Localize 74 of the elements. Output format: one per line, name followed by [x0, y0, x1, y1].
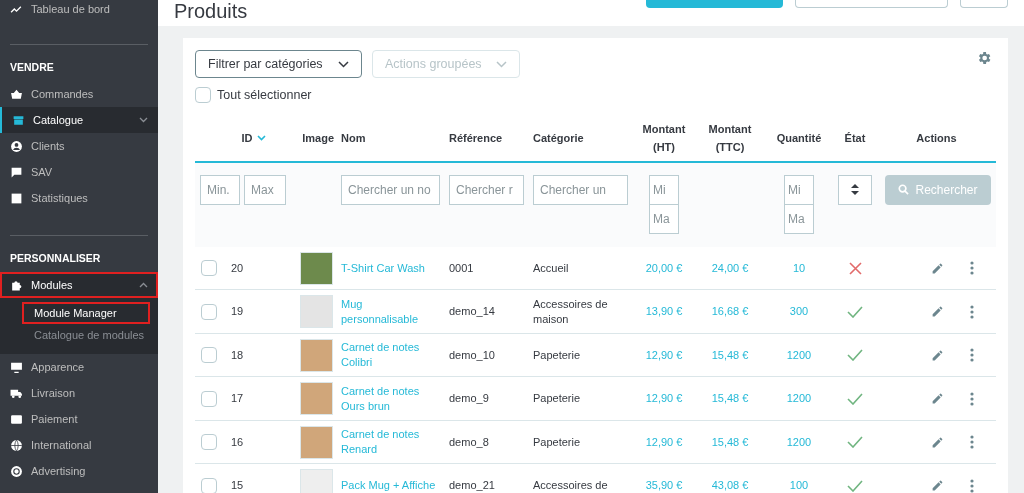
- sidebar-item[interactable]: Apparence: [0, 354, 158, 380]
- table-cell-text: demo_21: [448, 478, 496, 493]
- table-cell-text: 18: [231, 347, 244, 363]
- column-header[interactable]: Quantité: [776, 128, 822, 147]
- sidebar-item[interactable]: SAV: [0, 159, 158, 185]
- table-cell-text: 0001: [448, 260, 475, 276]
- sidebar-item[interactable]: Tableau de bord: [0, 0, 158, 22]
- table-cell-text: 10: [791, 260, 807, 276]
- submenu-item[interactable]: Catalogue de modules: [0, 324, 158, 346]
- table-cell-text: 17: [231, 391, 244, 407]
- category-filter-dropdown[interactable]: Filtrer par catégories: [195, 50, 362, 78]
- table-cell-text: 12,90 €: [644, 434, 684, 450]
- table-cell-text: 15,48 €: [710, 347, 750, 363]
- table-cell-text: demo_8: [448, 434, 490, 450]
- column-header[interactable]: Image: [302, 129, 334, 146]
- table-cell-text: 16,68 €: [710, 304, 750, 320]
- submenu-item[interactable]: Module Manager: [22, 302, 150, 324]
- sidebar-item[interactable]: Livraison: [0, 380, 158, 406]
- sidebar-item[interactable]: Catalogue: [0, 107, 158, 133]
- table-cell-text: 12,90 €: [644, 391, 684, 407]
- table-cell-text: Accessoires de maison: [532, 296, 609, 327]
- column-header[interactable]: Catégorie: [533, 128, 584, 147]
- table-cell-text: 16: [231, 434, 244, 450]
- column-header[interactable]: ID: [241, 128, 266, 147]
- filter-input[interactable]: Ma: [649, 203, 679, 234]
- table-cell-text: 20,00 €: [644, 260, 684, 276]
- table-cell-text: Accueil: [532, 260, 570, 276]
- table-cell-text: demo_10: [448, 347, 496, 363]
- filter-input[interactable]: Mi: [649, 174, 679, 205]
- table-cell-text: 300: [788, 304, 810, 320]
- select-all-label[interactable]: Tout sélectionner: [217, 86, 312, 105]
- sidebar-item[interactable]: Paiement: [0, 406, 158, 432]
- sidebar-section-heading: VENDRE: [10, 60, 55, 76]
- column-header[interactable]: Actions: [916, 128, 957, 147]
- table-cell-text: Papeterie: [532, 434, 582, 450]
- table-cell-text: 1200: [785, 391, 813, 407]
- filter-input[interactable]: Max: [244, 174, 286, 205]
- table-cell-text: 12,90 €: [644, 347, 684, 363]
- table-cell-text: demo_14: [448, 304, 496, 319]
- filter-input[interactable]: Mi: [784, 174, 814, 205]
- sidebar-item[interactable]: International: [0, 432, 158, 458]
- sidebar-item[interactable]: Commandes: [0, 81, 158, 107]
- filter-input[interactable]: Chercher r: [449, 174, 524, 205]
- table-cell-text: 19: [231, 304, 244, 320]
- table-cell-text: 1200: [785, 434, 813, 450]
- table-cell-text: Accessoires de: [532, 478, 609, 493]
- filter-input[interactable]: Min.: [200, 174, 240, 205]
- table-cell-text: Papeterie: [532, 391, 582, 406]
- table-cell-text: 13,90 €: [644, 304, 684, 320]
- sidebar-section-heading: PERSONNALISER: [10, 251, 102, 267]
- table-cell-text: 24,00 €: [710, 260, 750, 276]
- column-header[interactable]: Montant (TTC): [705, 119, 755, 156]
- filter-input[interactable]: Chercher un: [533, 174, 628, 205]
- column-header[interactable]: Montant (HT): [639, 119, 689, 156]
- table-cell-text: 43,08 €: [710, 478, 750, 493]
- table-cell-text: 15: [231, 478, 244, 493]
- column-header[interactable]: État: [844, 128, 866, 147]
- table-cell-text: Papeterie: [532, 347, 582, 363]
- table-cell-text: demo_9: [448, 391, 490, 406]
- table-cell-text: 100: [788, 478, 810, 493]
- column-header[interactable]: Nom: [341, 128, 366, 147]
- filter-input[interactable]: Chercher un no: [341, 174, 440, 205]
- sidebar-item[interactable]: Modules: [0, 272, 158, 298]
- table-cell-text: 20: [231, 260, 244, 276]
- page-title: Produits: [174, 0, 248, 22]
- sidebar-item[interactable]: Clients: [0, 133, 158, 159]
- filter-input[interactable]: Ma: [784, 203, 814, 234]
- sidebar-item[interactable]: Advertising: [0, 458, 158, 484]
- table-cell-text: 15,48 €: [710, 391, 750, 407]
- table-cell-text: 1200: [785, 347, 813, 363]
- column-header[interactable]: Référence: [449, 128, 503, 147]
- table-cell-text: 35,90 €: [644, 478, 684, 493]
- table-cell-text: 15,48 €: [710, 434, 750, 450]
- sidebar-item[interactable]: Statistiques: [0, 185, 158, 211]
